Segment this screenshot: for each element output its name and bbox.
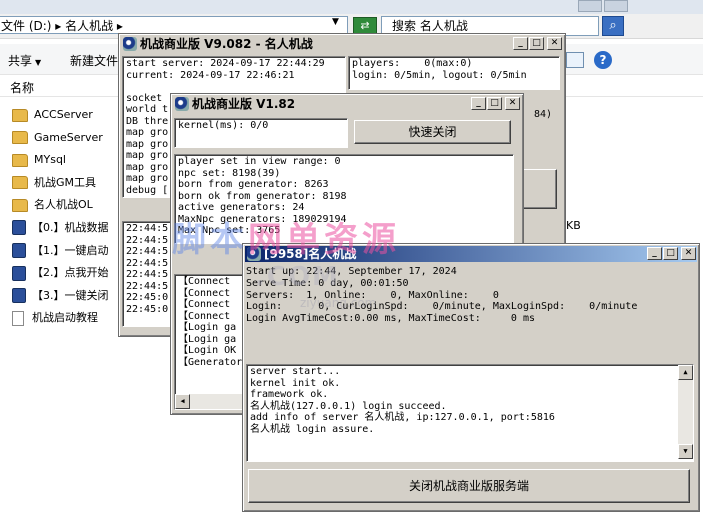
- file-list: ACCServer GameServer MYsql 机战GM工具 名人机战OL 【0.】…: [12, 104, 109, 330]
- player-stats-text: players: 0(max:0) login: 0/5min, logout:…: [352, 58, 527, 81]
- file-list-item[interactable]: 机战启动教程: [12, 307, 109, 330]
- file-name: 机战GM工具: [34, 175, 97, 189]
- watermark-subtext: ziyuang.com: [300, 296, 377, 310]
- maximize-button[interactable]: □: [529, 37, 544, 50]
- file-list-item[interactable]: GameServer: [12, 127, 109, 150]
- minimize-button[interactable]: _: [513, 37, 528, 50]
- login-log-text: server start... kernel init ok. framewor…: [250, 366, 555, 435]
- folder-icon: [12, 131, 28, 145]
- scroll-down-button[interactable]: ▼: [678, 444, 693, 459]
- scroll-left-button[interactable]: ◀: [175, 394, 190, 409]
- file-size-label: KB: [566, 219, 581, 232]
- vertical-scrollbar[interactable]: ▲ ▼: [678, 365, 693, 459]
- file-name: GameServer: [34, 130, 103, 144]
- quick-close-button[interactable]: 快速关闭: [354, 120, 511, 144]
- file-list-item[interactable]: ACCServer: [12, 104, 109, 127]
- file-name: 名人机战OL: [34, 198, 93, 212]
- file-name: MYsql: [34, 153, 66, 167]
- application-icon: [12, 243, 26, 259]
- file-list-item[interactable]: 【2.】点我开始: [12, 262, 109, 285]
- minimize-button[interactable]: _: [471, 97, 486, 110]
- app-icon: [175, 97, 189, 111]
- file-list-item[interactable]: MYsql: [12, 149, 109, 172]
- watermark-logo: 脚本网单资源: [172, 220, 400, 260]
- file-name: 【0.】机战数据: [32, 220, 109, 234]
- horizontal-scrollbar[interactable]: ◀: [175, 394, 247, 409]
- server-log-text: 22:44:5 22:44:5 22:44:5 22:44:5 22:44:5 …: [126, 223, 169, 315]
- app-icon: [123, 37, 137, 51]
- explorer-title-strip: [0, 0, 703, 14]
- login-log-panel: server start... kernel init ok. framewor…: [246, 364, 694, 462]
- file-list-item[interactable]: 【1.】一键启动: [12, 240, 109, 263]
- watermark-domain: .COM: [255, 262, 340, 292]
- maximize-button[interactable]: □: [487, 97, 502, 110]
- file-name: 【2.】点我开始: [32, 266, 109, 280]
- window-title: 机战商业版 V1.82: [192, 97, 296, 111]
- help-icon[interactable]: ?: [594, 51, 612, 69]
- window-titlebar[interactable]: 机战商业版 V1.82 _ □ ✕: [173, 96, 521, 112]
- file-list-item[interactable]: 名人机战OL: [12, 194, 109, 217]
- server-log-panel: 22:44:5 22:44:5 22:44:5 22:44:5 22:44:5 …: [122, 221, 174, 327]
- folder-icon: [12, 198, 28, 212]
- explorer-close-button[interactable]: [604, 0, 628, 12]
- file-name: ACCServer: [34, 108, 93, 121]
- address-bar[interactable]: 文件 (D:) ▸ 名人机战 ▸: [0, 16, 348, 34]
- file-name: 机战启动教程: [32, 311, 98, 325]
- kernel-log-panel: 【Connect 【Connect 【Connect 【Connect 【Log…: [174, 274, 248, 410]
- application-icon: [12, 265, 26, 281]
- address-dropdown-icon[interactable]: ▼: [332, 17, 339, 27]
- application-icon: [12, 288, 26, 304]
- share-menu[interactable]: 共享 ▼: [8, 52, 41, 69]
- document-icon: [12, 310, 24, 326]
- file-list-item[interactable]: 机战GM工具: [12, 172, 109, 195]
- search-icon[interactable]: ⌕: [602, 16, 624, 36]
- window-title: 机战商业版 V9.082 - 名人机战: [140, 37, 313, 51]
- folder-icon: [12, 108, 28, 122]
- window-titlebar[interactable]: 机战商业版 V9.082 - 名人机战 _ □ ✕: [121, 36, 563, 52]
- scroll-up-button[interactable]: ▲: [678, 365, 693, 380]
- close-button[interactable]: ✕: [505, 97, 520, 110]
- file-name: 【3.】一键关闭: [32, 288, 109, 302]
- kernel-log-text: 【Connect 【Connect 【Connect 【Connect 【Log…: [178, 276, 243, 368]
- close-button[interactable]: ✕: [547, 37, 562, 50]
- folder-icon: [12, 153, 28, 167]
- maximize-button[interactable]: □: [663, 247, 678, 260]
- application-icon: [12, 220, 26, 236]
- kernel-text: kernel(ms): 0/0: [178, 120, 269, 131]
- file-name: 【1.】一键启动: [32, 243, 109, 257]
- new-folder-button[interactable]: 新建文件: [70, 52, 118, 69]
- minimize-button[interactable]: _: [647, 247, 662, 260]
- shutdown-service-button[interactable]: 关闭机战商业版服务端: [248, 469, 690, 503]
- column-name-header[interactable]: 名称: [10, 79, 34, 96]
- status-fragment: 84): [534, 109, 553, 120]
- view-options-icon[interactable]: [566, 52, 584, 68]
- close-button[interactable]: ✕: [681, 247, 696, 260]
- folder-icon: [12, 176, 28, 190]
- file-list-item[interactable]: 【3.】一键关闭: [12, 285, 109, 308]
- explorer-maximize-button[interactable]: [578, 0, 602, 12]
- kernel-panel: kernel(ms): 0/0: [174, 118, 348, 148]
- player-stats-panel: players: 0(max:0) login: 0/5min, logout:…: [348, 56, 560, 90]
- file-list-item[interactable]: 【0.】机战数据: [12, 217, 109, 240]
